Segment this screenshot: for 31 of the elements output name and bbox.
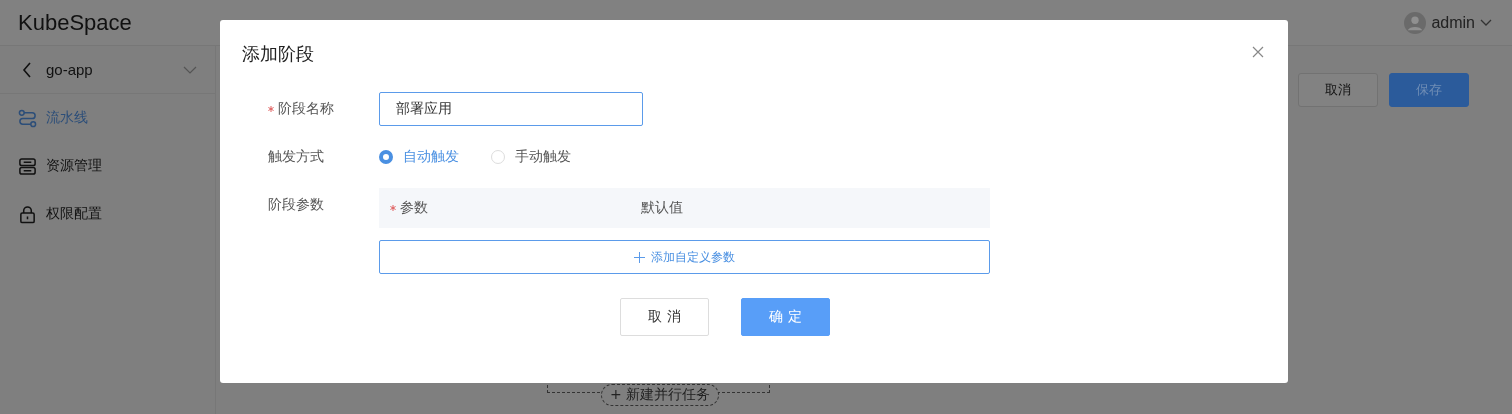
sidebar-item[interactable]: 资源管理	[0, 142, 215, 190]
radio-label: 自动触发	[403, 148, 459, 166]
pipeline-icon	[18, 108, 37, 128]
field-label: 阶段名称	[278, 100, 334, 118]
caret-icon[interactable]	[183, 65, 197, 74]
column-header: 参数	[400, 199, 428, 217]
field-label: 阶段参数	[268, 196, 324, 214]
server-icon	[18, 156, 37, 176]
radio-option[interactable]: 自动触发	[379, 148, 459, 166]
toolbar-button[interactable]: 取消	[1298, 73, 1378, 107]
radio-option[interactable]: 手动触发	[491, 148, 571, 166]
avatar-icon	[1404, 11, 1427, 34]
radio-button[interactable]	[379, 150, 393, 164]
app-logo: KubeSpace	[18, 9, 132, 36]
radio-label: 手动触发	[515, 148, 571, 166]
field-label: 触发方式	[268, 148, 324, 166]
column-header: 默认值	[641, 199, 683, 217]
sidebar-item[interactable]: 权限配置	[0, 190, 215, 238]
dialog-button[interactable]: 取 消	[620, 298, 709, 336]
project-name[interactable]: go-app	[46, 61, 169, 78]
user-name[interactable]: admin	[1431, 13, 1475, 32]
lock-icon	[18, 204, 37, 224]
add-parallel-task-button[interactable]: + 新建并行任务	[601, 384, 720, 406]
dialog-button[interactable]: 确 定	[741, 298, 830, 336]
close-icon[interactable]	[1252, 46, 1264, 58]
caret-icon	[1480, 18, 1492, 27]
input-field[interactable]: 部署应用	[379, 92, 643, 126]
dialog-title: 添加阶段	[242, 42, 314, 66]
back-icon[interactable]	[22, 61, 32, 78]
plus-icon	[634, 251, 645, 263]
add-parameter-button[interactable]: 添加自定义参数	[379, 240, 990, 274]
